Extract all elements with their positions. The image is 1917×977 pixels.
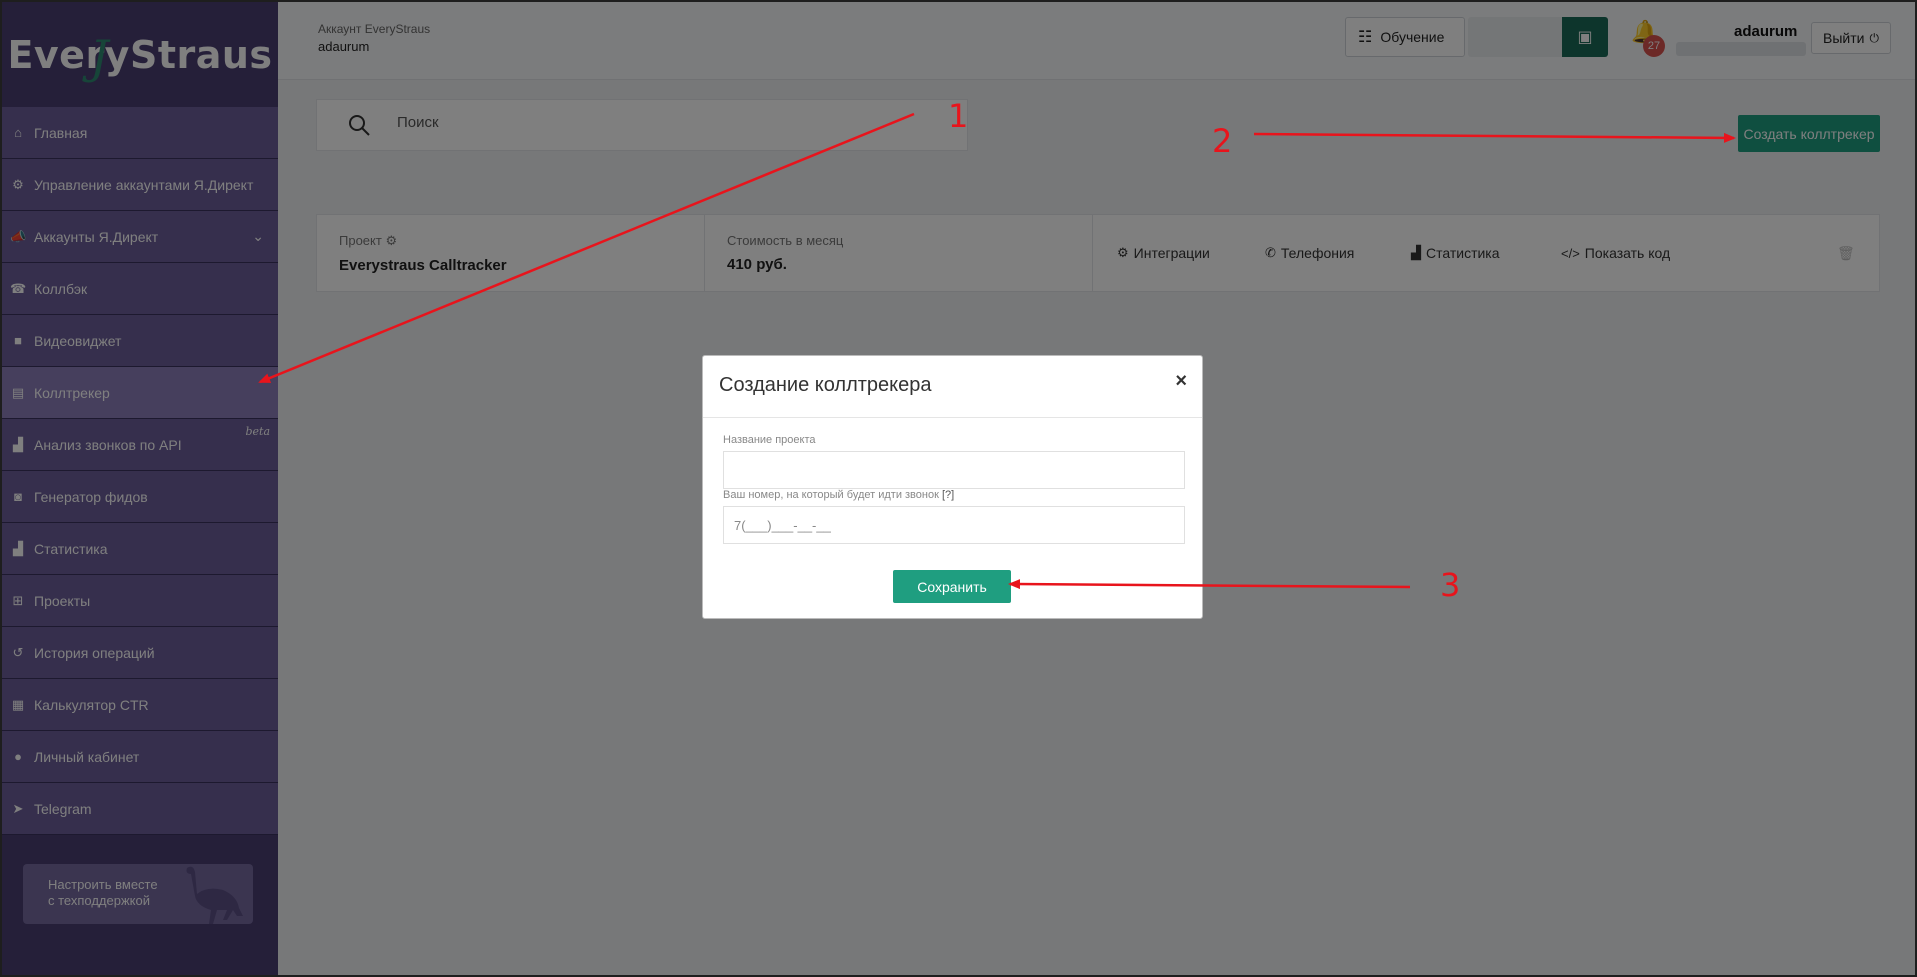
project-name-input[interactable] bbox=[723, 451, 1185, 489]
phone-label: Ваш номер, на который будет идти звонок bbox=[723, 489, 939, 501]
modal-title: Создание коллтрекера bbox=[719, 374, 932, 396]
create-calltracker-modal: Создание коллтрекера × Название проекта … bbox=[702, 355, 1203, 619]
phone-input[interactable]: 7(___)___-__-__ bbox=[723, 506, 1185, 544]
close-icon[interactable]: × bbox=[1175, 370, 1187, 393]
annotation-step-1: 1 bbox=[948, 97, 969, 135]
save-button[interactable]: Сохранить bbox=[893, 570, 1011, 603]
annotation-step-3: 3 bbox=[1440, 566, 1461, 604]
modal-header: Создание коллтрекера × bbox=[703, 356, 1202, 418]
phone-label-row: Ваш номер, на который будет идти звонок … bbox=[723, 489, 954, 501]
annotation-step-2: 2 bbox=[1212, 122, 1233, 160]
phone-hint-link[interactable]: [?] bbox=[942, 489, 954, 501]
project-name-label: Название проекта bbox=[723, 434, 816, 446]
app-frame: EveryStraus J ⌂Главная⚙Управление аккаун… bbox=[2, 2, 1915, 975]
